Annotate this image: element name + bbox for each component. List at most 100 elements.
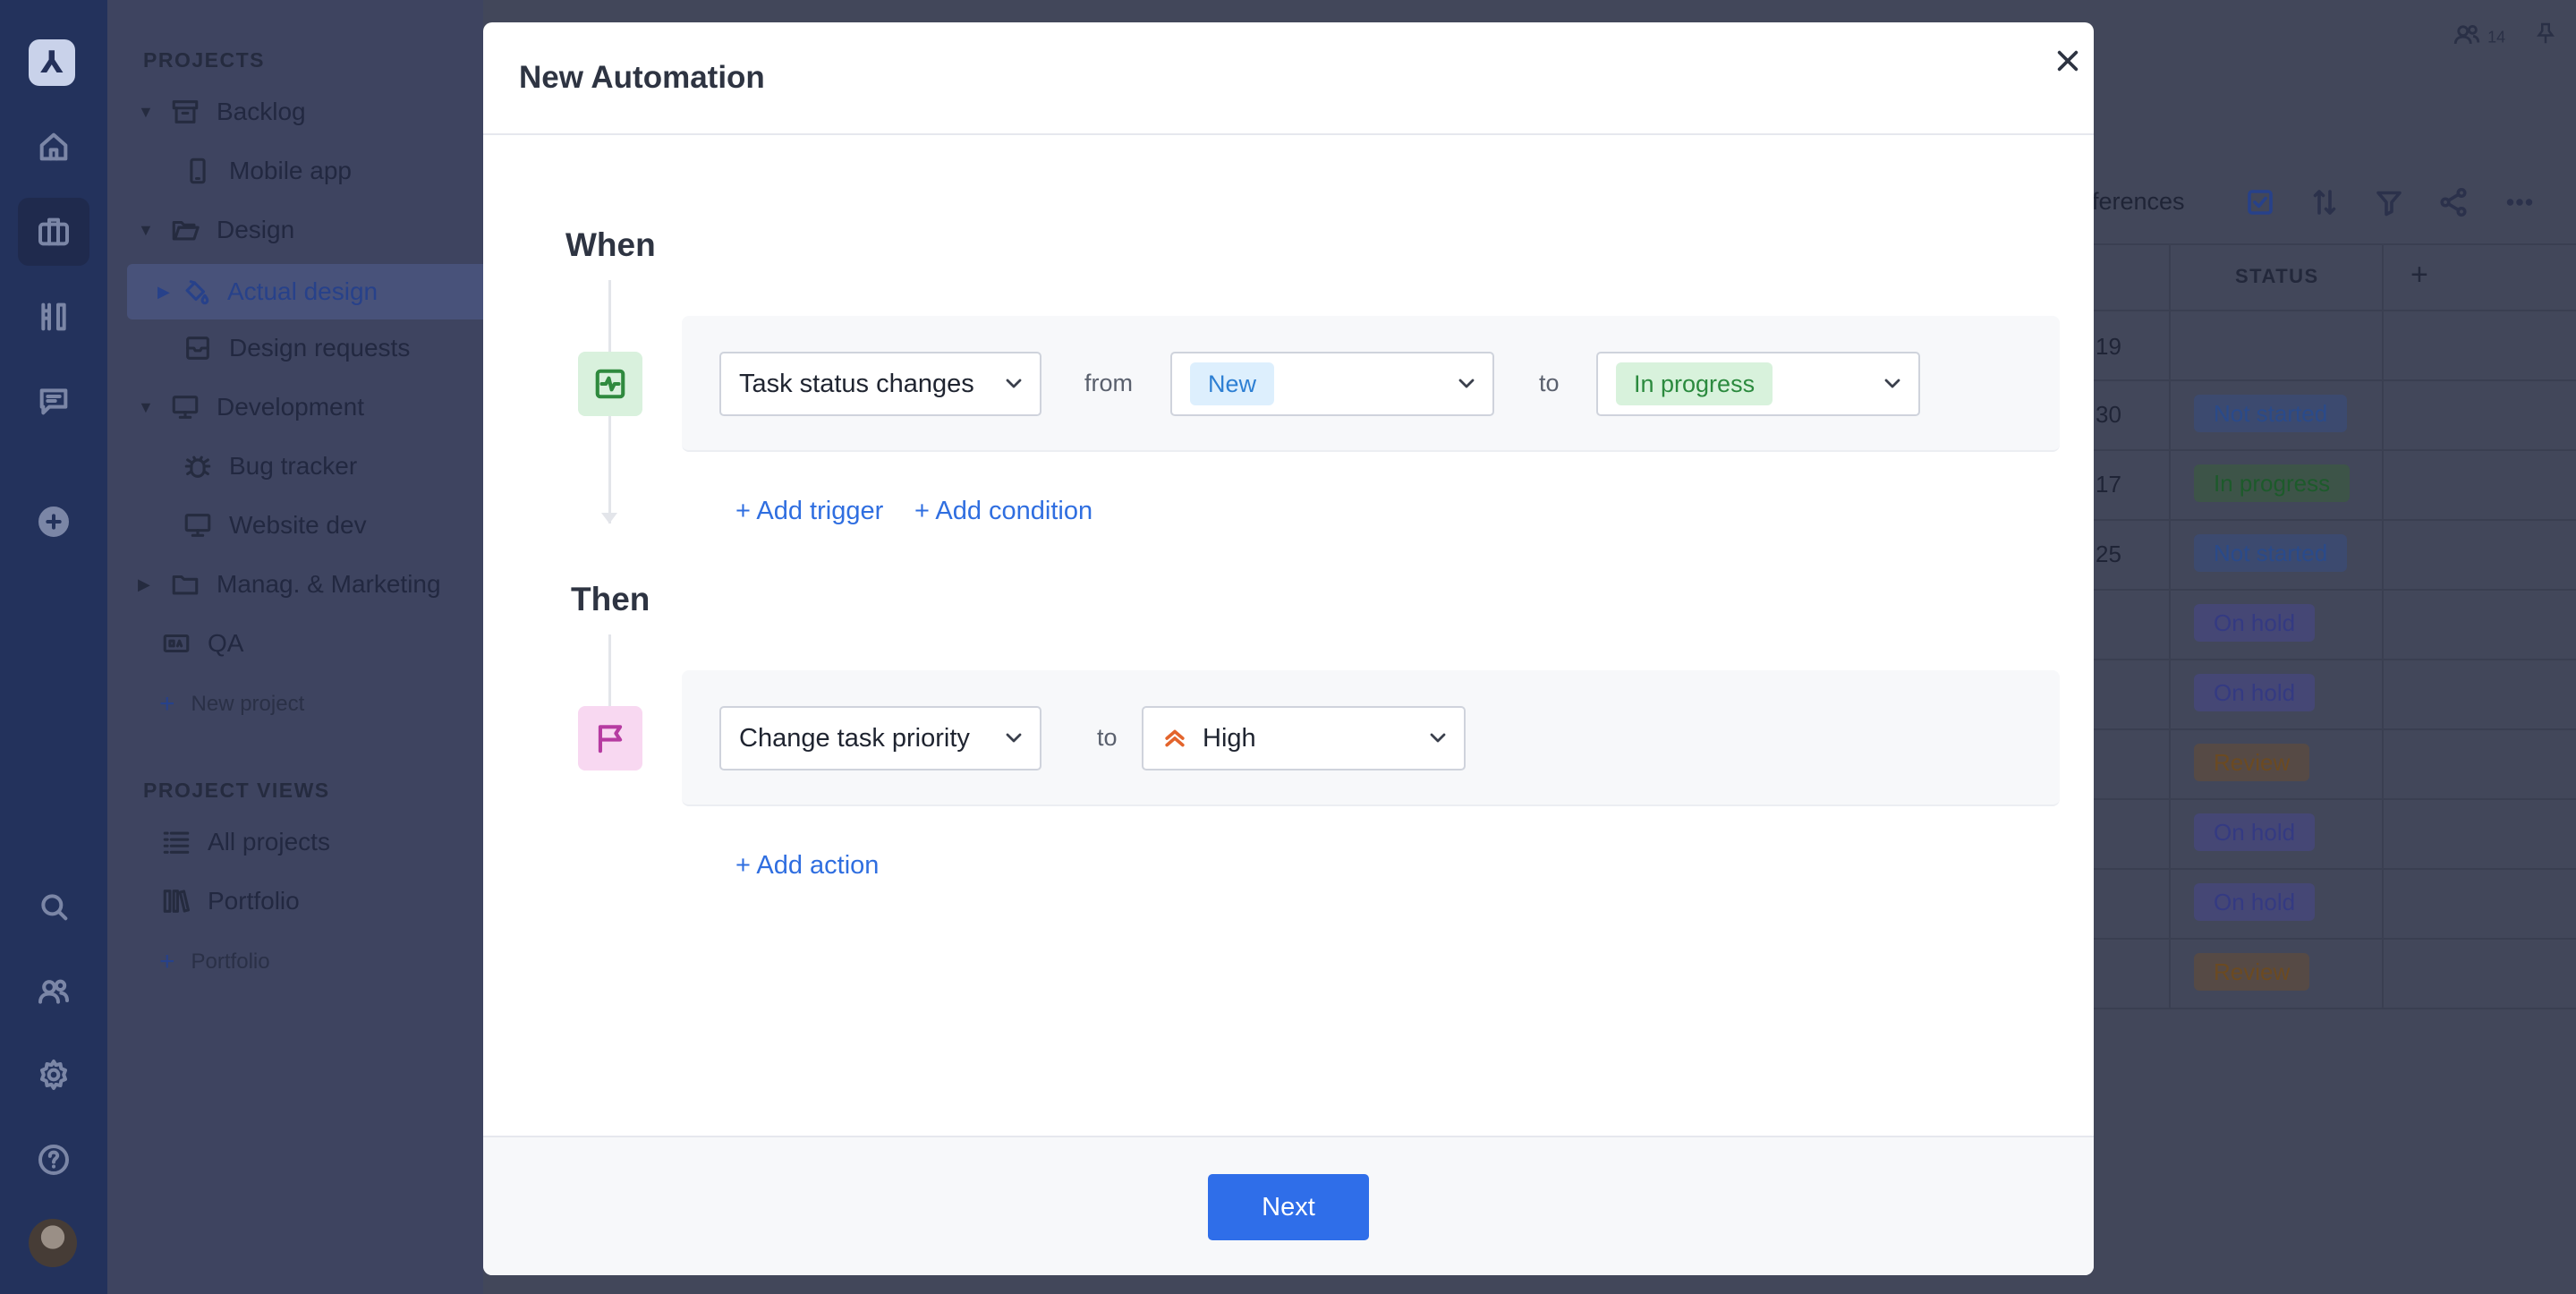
activity-icon — [595, 369, 625, 399]
filter-icon[interactable] — [2373, 186, 2405, 218]
next-button[interactable]: Next — [1208, 1174, 1369, 1240]
folder-open-icon — [172, 220, 200, 241]
gear-icon[interactable] — [18, 1041, 89, 1109]
briefcase-icon[interactable] — [18, 198, 89, 266]
sidebar-item-label: Design requests — [229, 334, 411, 362]
avatar[interactable] — [29, 1219, 77, 1267]
search-icon[interactable] — [18, 873, 89, 941]
share-icon[interactable] — [2437, 186, 2470, 218]
dialog-header: New Automation — [483, 22, 2094, 135]
sidebar-item-label: Actual design — [227, 277, 378, 305]
home-icon[interactable] — [18, 113, 89, 181]
tools-icon[interactable] — [18, 283, 89, 351]
sidebar-item-website-dev[interactable]: Website dev — [183, 510, 367, 541]
folder-icon — [172, 575, 199, 595]
status-badge[interactable]: In progress — [2194, 464, 2351, 502]
status-badge[interactable]: Not started — [2194, 395, 2348, 432]
status-badge[interactable]: On hold — [2194, 674, 2316, 711]
caret-right-icon[interactable]: ▶ — [157, 283, 174, 302]
members-icon[interactable]: 14 — [2452, 20, 2505, 55]
row-number: 17 — [2096, 471, 2121, 498]
to-status-select[interactable]: In progress — [1596, 352, 1920, 416]
people-icon[interactable] — [18, 958, 89, 1026]
sidebar-item-mobile-app[interactable]: Mobile app — [183, 156, 352, 186]
add-condition-link[interactable]: + Add condition — [914, 497, 1092, 526]
flow-arrow-icon — [601, 513, 617, 524]
status-column-header[interactable]: STATUS — [2235, 265, 2319, 288]
sidebar-item-qa[interactable]: QA — [161, 628, 243, 659]
row-divider — [2094, 938, 2576, 940]
pin-icon[interactable] — [2532, 20, 2559, 55]
new-project-button[interactable]: + New project — [159, 689, 304, 719]
sidebar-item-manag-marketing[interactable]: ▶ Manag. & Marketing — [138, 569, 441, 600]
row-divider — [2094, 868, 2576, 870]
status-badge[interactable]: On hold — [2194, 813, 2316, 851]
chat-icon[interactable] — [18, 367, 89, 435]
trigger-event-select[interactable]: Task status changes — [719, 352, 1041, 416]
caret-down-icon[interactable]: ▼ — [138, 398, 154, 417]
flow-connector — [608, 634, 611, 708]
checkbox-icon[interactable] — [2244, 186, 2276, 218]
paint-bucket-icon — [185, 280, 209, 305]
flag-icon — [598, 725, 623, 753]
action-event-select[interactable]: Change task priority — [719, 706, 1041, 770]
row-divider — [2094, 589, 2576, 591]
phone-icon — [190, 157, 206, 184]
list-icon — [163, 831, 190, 854]
add-trigger-link[interactable]: + Add trigger — [735, 497, 883, 526]
trigger-card: Task status changes from New to In progr… — [682, 316, 2060, 452]
status-badge[interactable]: Review — [2194, 953, 2310, 991]
row-divider — [2094, 243, 2576, 245]
preferences-label[interactable]: ferences — [2092, 188, 2185, 216]
status-pill-in-progress: In progress — [1616, 362, 1773, 405]
help-icon[interactable] — [18, 1126, 89, 1194]
nav-rail: ⅄ — [0, 0, 107, 1294]
more-icon[interactable] — [2504, 186, 2536, 218]
new-project-label: New project — [191, 692, 305, 716]
sidebar-item-label: Website dev — [229, 511, 367, 539]
sidebar-item-label: Portfolio — [208, 887, 300, 915]
from-status-select[interactable]: New — [1170, 352, 1494, 416]
sidebar-item-all-projects[interactable]: All projects — [161, 827, 330, 857]
chevron-down-icon — [1457, 377, 1476, 391]
priority-select[interactable]: High — [1142, 706, 1466, 770]
sidebar-item-portfolio[interactable]: Portfolio — [161, 886, 300, 916]
top-right-icons: 14 — [2452, 20, 2559, 55]
add-portfolio-button[interactable]: + Portfolio — [159, 947, 270, 977]
add-column-button[interactable]: + — [2410, 258, 2429, 293]
row-divider — [2094, 1008, 2576, 1009]
sidebar-item-development[interactable]: ▼ Development — [138, 392, 364, 422]
status-badge[interactable]: On hold — [2194, 604, 2316, 642]
when-label: When — [565, 226, 656, 263]
row-divider — [2094, 310, 2576, 311]
sidebar-item-bug-tracker[interactable]: Bug tracker — [183, 451, 357, 481]
priority-high-icon — [1161, 725, 1188, 752]
close-button[interactable] — [2047, 40, 2088, 81]
status-badge[interactable]: On hold — [2194, 883, 2316, 921]
sidebar-item-label: Backlog — [217, 98, 306, 125]
sidebar-item-label: Design — [217, 216, 295, 243]
chevron-down-icon — [1428, 731, 1448, 745]
sidebar-item-actual-design[interactable]: ▶ Actual design — [127, 264, 485, 319]
caret-down-icon[interactable]: ▼ — [138, 103, 154, 122]
status-pill-new: New — [1190, 362, 1275, 405]
sidebar-item-label: Mobile app — [229, 157, 352, 184]
add-portfolio-label: Portfolio — [191, 949, 270, 974]
status-badge[interactable]: Review — [2194, 744, 2310, 781]
row-divider — [2094, 659, 2576, 660]
sidebar-item-label: All projects — [208, 828, 330, 856]
add-action-link[interactable]: + Add action — [735, 851, 879, 881]
caret-down-icon[interactable]: ▼ — [138, 221, 154, 240]
add-circle-icon[interactable] — [18, 488, 89, 556]
row-number: 30 — [2096, 401, 2121, 428]
from-label: from — [1084, 370, 1133, 396]
caret-right-icon[interactable]: ▶ — [138, 575, 154, 594]
sidebar-item-design[interactable]: ▼ Design — [138, 215, 294, 245]
sidebar-item-design-requests[interactable]: Design requests — [183, 333, 410, 363]
sort-icon[interactable] — [2308, 186, 2341, 218]
status-badge[interactable]: Not started — [2194, 534, 2348, 572]
sidebar-item-backlog[interactable]: ▼ Backlog — [138, 97, 306, 127]
app-logo[interactable]: ⅄ — [29, 39, 75, 86]
monitor-icon — [172, 396, 199, 419]
books-icon — [163, 890, 191, 913]
